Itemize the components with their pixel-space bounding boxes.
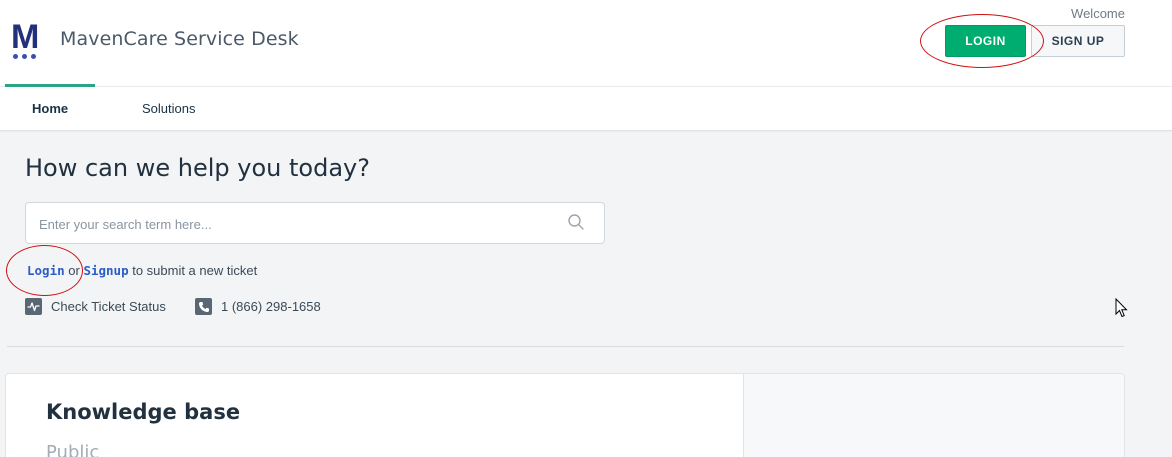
page-heading: How can we help you today? <box>25 154 370 182</box>
knowledge-base-title: Knowledge base <box>46 400 241 424</box>
nav-bar: Home Solutions <box>0 84 1172 131</box>
header: M MavenCare Service Desk Welcome LOGIN S… <box>0 0 1172 86</box>
welcome-text: Welcome <box>1071 6 1125 21</box>
logo-dots <box>13 54 36 59</box>
knowledge-base-side-panel <box>744 374 1124 457</box>
phone-icon <box>195 298 212 315</box>
quick-links: Check Ticket Status 1 (866) 298-1658 <box>25 298 321 315</box>
check-ticket-status-link[interactable]: Check Ticket Status <box>25 298 195 315</box>
app-title: MavenCare Service Desk <box>60 28 299 50</box>
check-ticket-status-label: Check Ticket Status <box>51 299 166 314</box>
knowledge-base-card: Knowledge base Public <box>5 373 1125 457</box>
or-text: or <box>64 263 84 278</box>
login-prompt-suffix: to submit a new ticket <box>128 263 258 278</box>
logo-letter: M <box>11 18 39 56</box>
knowledge-base-category[interactable]: Public <box>46 442 99 457</box>
section-divider <box>7 346 1124 347</box>
tab-solutions[interactable]: Solutions <box>142 101 195 116</box>
phone-number: 1 (866) 298-1658 <box>221 299 321 314</box>
login-prompt: Login or Signup to submit a new ticket <box>27 263 257 278</box>
brand-logo[interactable]: M <box>11 18 39 60</box>
login-link[interactable]: Login <box>27 263 65 278</box>
search-input[interactable] <box>39 214 549 234</box>
search-box <box>25 202 605 244</box>
signup-button[interactable]: SIGN UP <box>1031 25 1125 57</box>
login-button[interactable]: LOGIN <box>945 25 1026 57</box>
pulse-icon <box>25 298 42 315</box>
mouse-cursor-icon <box>1115 298 1128 318</box>
tab-home[interactable]: Home <box>32 101 68 116</box>
signup-link[interactable]: Signup <box>83 263 128 278</box>
phone-link[interactable]: 1 (866) 298-1658 <box>195 298 321 315</box>
search-icon[interactable] <box>567 213 585 231</box>
active-tab-indicator <box>5 84 95 87</box>
